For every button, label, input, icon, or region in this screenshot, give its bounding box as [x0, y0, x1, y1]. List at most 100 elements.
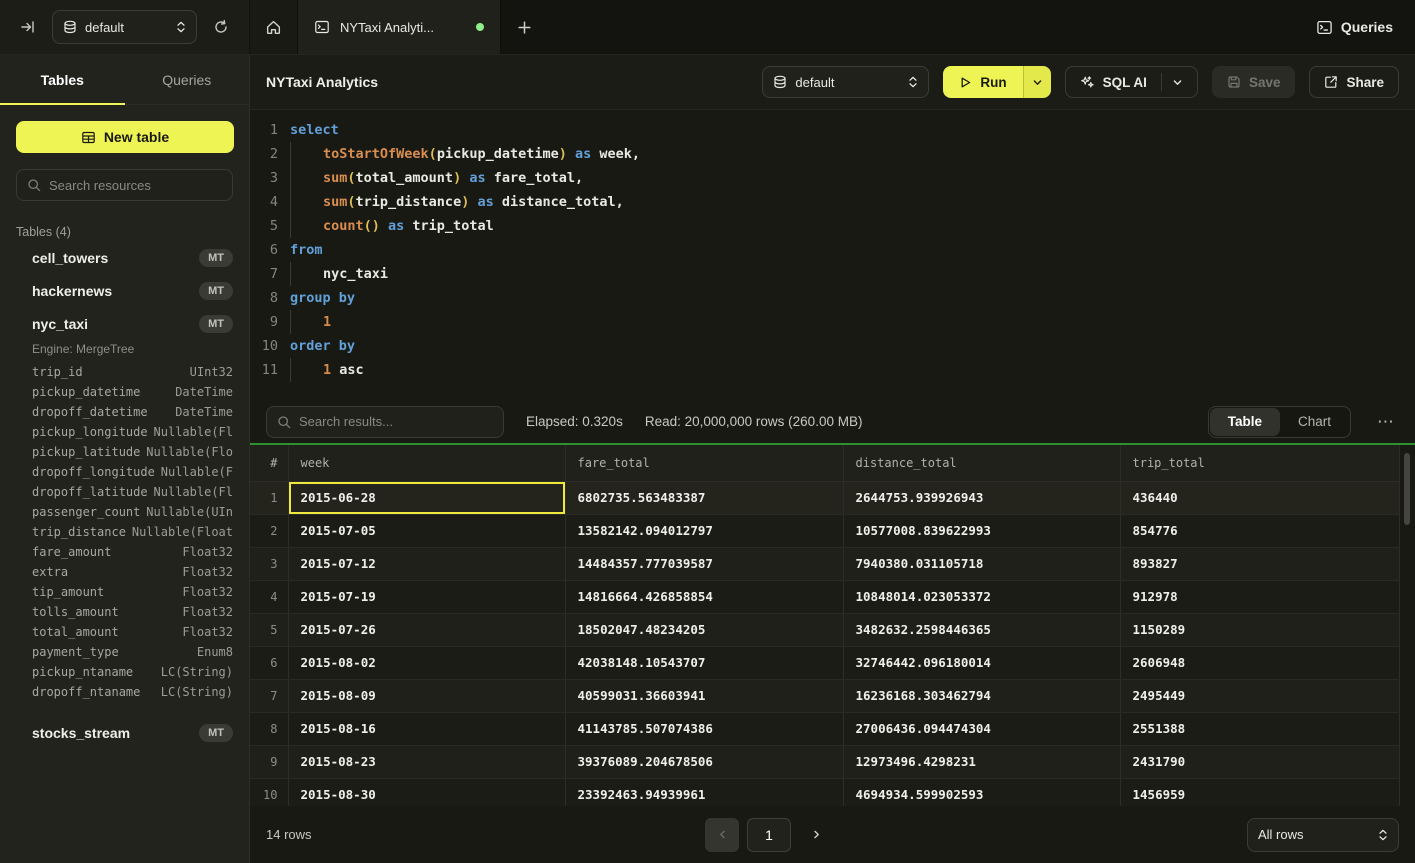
code-content: sum(total_amount) as fare_total,	[290, 166, 583, 190]
new-tab-button[interactable]	[501, 0, 547, 54]
refresh-icon[interactable]	[207, 13, 235, 41]
table-cell[interactable]: 23392463.94939961	[565, 778, 843, 806]
schema-column[interactable]: dropoff_latitudeNullable(Fl	[0, 482, 249, 502]
table-cell[interactable]: 436440	[1120, 481, 1399, 514]
view-toggle-table[interactable]: Table	[1210, 408, 1280, 436]
table-row: 52015-07-2618502047.482342053482632.2598…	[250, 613, 1399, 646]
page-number-input[interactable]	[747, 818, 791, 852]
table-cell[interactable]: 1150289	[1120, 613, 1399, 646]
table-cell[interactable]: 18502047.48234205	[565, 613, 843, 646]
table-cell[interactable]: 10848014.023053372	[843, 580, 1120, 613]
run-button[interactable]: Run	[943, 66, 1022, 98]
table-cell[interactable]: 2015-08-30	[288, 778, 565, 806]
table-cell[interactable]: 2015-08-09	[288, 679, 565, 712]
table-cell[interactable]: 2431790	[1120, 745, 1399, 778]
table-cell[interactable]: 12973496.4298231	[843, 745, 1120, 778]
sql-ai-button[interactable]: SQL AI	[1065, 66, 1198, 98]
table-cell[interactable]: 893827	[1120, 547, 1399, 580]
code-line: 3sum(total_amount) as fare_total,	[250, 166, 1415, 190]
schema-column[interactable]: dropoff_datetimeDateTime	[0, 402, 249, 422]
schema-column[interactable]: pickup_datetimeDateTime	[0, 382, 249, 402]
sidebar-table-hackernews[interactable]: hackernews MT	[0, 274, 249, 307]
results-search-input[interactable]	[299, 414, 493, 429]
sidebar-table-cell-towers[interactable]: cell_towers MT	[0, 241, 249, 274]
schema-column[interactable]: fare_amountFloat32	[0, 542, 249, 562]
table-cell[interactable]: 14484357.777039587	[565, 547, 843, 580]
table-cell[interactable]: 32746442.096180014	[843, 646, 1120, 679]
table-cell[interactable]: 2644753.939926943	[843, 481, 1120, 514]
table-cell[interactable]: 16236168.303462794	[843, 679, 1120, 712]
table-cell[interactable]: 6802735.563483387	[565, 481, 843, 514]
table-cell[interactable]: 13582142.094012797	[565, 514, 843, 547]
table-cell[interactable]: 2606948	[1120, 646, 1399, 679]
table-cell[interactable]: 40599031.36603941	[565, 679, 843, 712]
resource-search-input[interactable]	[49, 178, 222, 193]
schema-column[interactable]: tip_amountFloat32	[0, 582, 249, 602]
table-cell[interactable]: 854776	[1120, 514, 1399, 547]
column-header-distance-total[interactable]: distance_total	[843, 445, 1120, 481]
schema-column[interactable]: tolls_amountFloat32	[0, 602, 249, 622]
table-cell[interactable]: 2551388	[1120, 712, 1399, 745]
page-size-selector[interactable]: All rows	[1247, 818, 1399, 852]
table-cell[interactable]: 2015-07-05	[288, 514, 565, 547]
schema-column[interactable]: pickup_ntanameLC(String)	[0, 662, 249, 682]
schema-column[interactable]: trip_idUInt32	[0, 362, 249, 382]
column-name: dropoff_longitude	[32, 465, 161, 479]
column-name: trip_id	[32, 365, 190, 379]
table-cell[interactable]: 2015-06-28	[288, 481, 565, 514]
next-page-button[interactable]	[799, 818, 833, 852]
database-selector[interactable]: default	[52, 10, 197, 44]
table-cell[interactable]: 42038148.10543707	[565, 646, 843, 679]
more-options-button[interactable]: ⋯	[1373, 412, 1399, 432]
line-number: 5	[250, 214, 278, 238]
table-cell[interactable]: 3482632.2598446365	[843, 613, 1120, 646]
table-cell[interactable]: 7940380.031105718	[843, 547, 1120, 580]
table-cell[interactable]: 1456959	[1120, 778, 1399, 806]
table-cell[interactable]: 2015-07-19	[288, 580, 565, 613]
sidebar-table-nyc-taxi[interactable]: nyc_taxi MT	[0, 307, 249, 340]
table-cell[interactable]: 912978	[1120, 580, 1399, 613]
schema-column[interactable]: dropoff_longitudeNullable(F	[0, 462, 249, 482]
previous-page-button[interactable]	[705, 818, 739, 852]
share-button[interactable]: Share	[1309, 66, 1399, 98]
collapse-sidebar-icon[interactable]	[14, 13, 42, 41]
column-header-fare-total[interactable]: fare_total	[565, 445, 843, 481]
schema-column[interactable]: dropoff_ntanameLC(String)	[0, 682, 249, 702]
query-database-selector[interactable]: default	[762, 66, 929, 98]
sql-editor[interactable]: 1select2toStartOfWeek(pickup_datetime) a…	[250, 110, 1415, 400]
new-table-button[interactable]: New table	[16, 121, 234, 153]
page-size-value: All rows	[1258, 827, 1370, 842]
schema-column[interactable]: total_amountFloat32	[0, 622, 249, 642]
table-cell[interactable]: 2015-07-26	[288, 613, 565, 646]
sidebar-table-stocks-stream[interactable]: stocks_stream MT	[0, 716, 249, 749]
schema-column[interactable]: pickup_latitudeNullable(Flo	[0, 442, 249, 462]
queries-menu[interactable]: Queries	[1294, 0, 1415, 54]
schema-column[interactable]: pickup_longitudeNullable(Fl	[0, 422, 249, 442]
table-cell[interactable]: 2015-08-16	[288, 712, 565, 745]
save-button[interactable]: Save	[1212, 66, 1296, 98]
sidebar-tab-queries[interactable]: Queries	[125, 55, 250, 104]
table-cell[interactable]: 27006436.094474304	[843, 712, 1120, 745]
table-cell[interactable]: 39376089.204678506	[565, 745, 843, 778]
table-cell[interactable]: 14816664.426858854	[565, 580, 843, 613]
table-cell[interactable]: 41143785.507074386	[565, 712, 843, 745]
tab-nytaxi-analytics[interactable]: NYTaxi Analyti...	[298, 0, 501, 54]
column-header-week[interactable]: week	[288, 445, 565, 481]
table-cell[interactable]: 2015-08-23	[288, 745, 565, 778]
table-cell[interactable]: 10577008.839622993	[843, 514, 1120, 547]
view-toggle-chart[interactable]: Chart	[1280, 408, 1349, 436]
table-cell[interactable]: 4694934.599902593	[843, 778, 1120, 806]
schema-column[interactable]: payment_typeEnum8	[0, 642, 249, 662]
schema-column[interactable]: trip_distanceNullable(Float	[0, 522, 249, 542]
schema-column[interactable]: passenger_countNullable(UIn	[0, 502, 249, 522]
sidebar-tab-tables[interactable]: Tables	[0, 55, 125, 104]
column-header-trip-total[interactable]: trip_total	[1120, 445, 1399, 481]
table-cell[interactable]: 2495449	[1120, 679, 1399, 712]
home-tab[interactable]	[250, 0, 298, 54]
table-cell[interactable]: 2015-08-02	[288, 646, 565, 679]
tables-section-label: Tables (4)	[16, 225, 233, 239]
table-cell[interactable]: 2015-07-12	[288, 547, 565, 580]
vertical-scrollbar[interactable]	[1404, 453, 1410, 525]
run-options-button[interactable]	[1023, 66, 1051, 98]
schema-column[interactable]: extraFloat32	[0, 562, 249, 582]
